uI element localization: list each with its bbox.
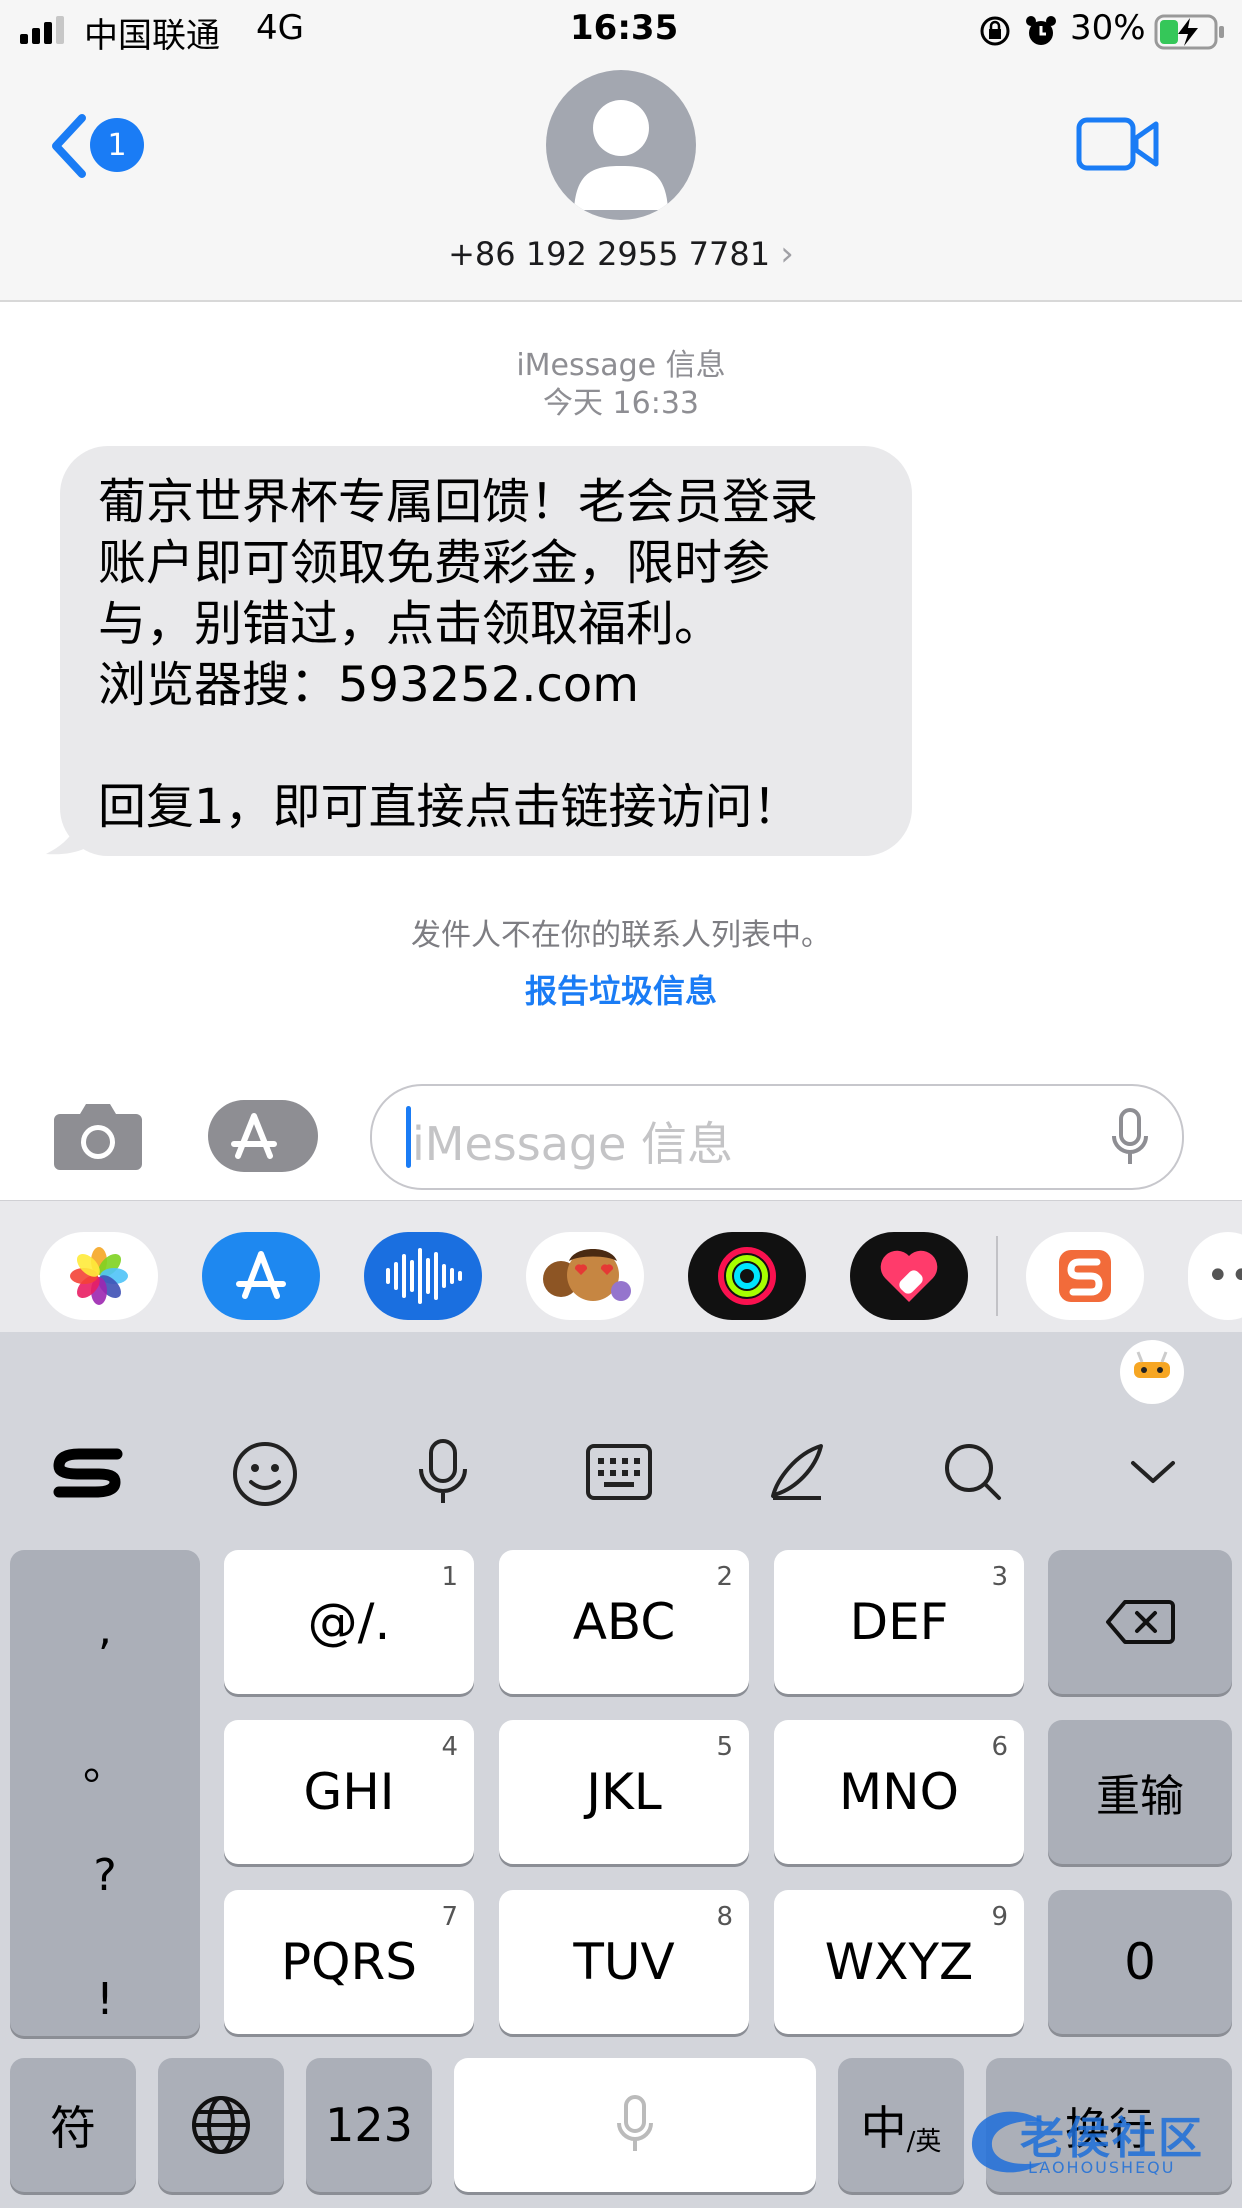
key-2[interactable]: ABC 2 [499,1550,749,1694]
photos-icon [70,1247,128,1305]
heart-icon [880,1250,938,1302]
watermark-subtext: LAOHOUSHEQU [1028,2158,1176,2177]
app-store-toggle[interactable] [208,1100,318,1172]
message-input[interactable]: iMessage 信息 [370,1084,1184,1190]
key-5[interactable]: JKL 5 [499,1720,749,1864]
memoji-icon [543,1249,631,1301]
handwriting-button[interactable] [752,1432,842,1512]
delete-key[interactable] [1048,1550,1232,1694]
sogou-menu-button[interactable] [44,1432,134,1512]
avatar[interactable] [546,70,696,220]
punct-period[interactable]: 。 [10,1728,200,1792]
activity-app[interactable] [688,1232,806,1320]
microphone-icon [419,1439,467,1503]
message-bubble[interactable]: 葡京世界杯专属回馈！老会员登录 账户即可领取免费彩金，限时参 与，别错过，点击领… [60,446,912,856]
message-line: 与，别错过，点击领取福利。 [98,596,723,652]
status-bar: 中国联通 4G 16:35 30% [0,0,1242,62]
digital-touch-app[interactable] [850,1232,968,1320]
contact-name: +86 192 2955 7781 [448,235,771,273]
voice-input-button[interactable] [398,1432,488,1512]
sender-notice: 发件人不在你的联系人列表中。 [411,918,831,953]
symbols-key[interactable]: 符 [10,2058,136,2192]
globe-key[interactable] [158,2058,284,2192]
person-icon [574,100,668,210]
sogou-s-icon [53,1448,123,1498]
camera-icon[interactable] [52,1100,144,1172]
message-line: 账户即可领取免费彩金，限时参 [98,535,771,591]
report-junk-link[interactable]: 报告垃圾信息 [0,966,1242,1012]
lang-sub-label: /英 [906,2126,942,2157]
network-label: 4G [256,8,304,48]
alarm-icon [1026,16,1056,45]
key-3[interactable]: DEF 3 [774,1550,1024,1694]
key-7[interactable]: PQRS 7 [224,1890,474,2034]
app-store-icon [231,1110,315,1162]
pen-icon [771,1444,823,1500]
space-key[interactable] [454,2058,816,2192]
message-line: 回复1，即可直接点击链接访问！ [98,779,801,835]
conversation-header: 1 +86 192 2955 7781 › [0,62,1242,302]
memoji-app[interactable] [526,1232,644,1320]
more-dots-icon: •• [1206,1253,1242,1299]
app-store-app[interactable] [202,1232,320,1320]
battery-icon [1154,14,1224,50]
collapse-keyboard-button[interactable] [1108,1432,1198,1512]
microphone-icon[interactable] [1110,1108,1150,1168]
contact-name-button[interactable]: +86 192 2955 7781 › [0,234,1242,274]
punct-question[interactable]: ? [10,1850,200,1901]
waveform-icon [386,1248,462,1304]
punct-exclaim[interactable]: ! [10,1974,200,2025]
punctuation-column[interactable]: , 。 ? ! [10,1550,200,2036]
keyboard-icon [586,1444,652,1500]
number-mode-key[interactable]: 123 [306,2058,432,2192]
message-line: 葡京世界杯专属回馈！老会员登录 [98,474,819,530]
message-timestamp: 今天 16:33 [543,386,699,421]
sogou-app[interactable] [1026,1232,1144,1320]
back-button[interactable]: 1 [40,106,150,186]
lang-main-label: 中 [860,2101,907,2155]
key-8[interactable]: TUV 8 [499,1890,749,2034]
watermark-text: 老侯社区 [1020,2113,1204,2164]
language-toggle-key[interactable]: 中/英 [838,2058,964,2192]
signal-icon [20,16,70,44]
retype-key[interactable]: 重输 [1048,1720,1232,1864]
search-icon [945,1444,1001,1500]
chevron-left-icon [52,114,86,178]
battery-percent: 30% [1070,8,1146,48]
carrier-label: 中国联通 [84,16,220,56]
smiley-icon [233,1442,297,1506]
zero-key[interactable]: 0 [1048,1890,1232,2034]
search-button[interactable] [928,1432,1018,1512]
chevron-down-icon [1131,1461,1175,1483]
input-placeholder: iMessage 信息 [412,1117,734,1171]
video-call-icon[interactable] [1076,114,1160,174]
message-line: 浏览器搜：593252.com [98,657,640,713]
sogou-logo-icon [1059,1250,1111,1302]
keyboard-switch-button[interactable] [574,1432,664,1512]
key-1[interactable]: @/. 1 [224,1550,474,1694]
audio-message-app[interactable] [364,1232,482,1320]
photos-app[interactable] [40,1232,158,1320]
punct-comma[interactable]: , [10,1604,200,1655]
backspace-icon [1106,1600,1175,1644]
chevron-right-icon: › [780,234,794,274]
clock: 16:35 [570,8,679,48]
sogou-mascot-icon[interactable] [1120,1340,1184,1404]
watermark: 老侯社区 LAOHOUSHEQU [964,2098,1234,2188]
orientation-lock-icon [980,16,1010,46]
key-9[interactable]: WXYZ 9 [774,1890,1024,2034]
globe-icon [192,2096,250,2154]
key-4[interactable]: GHI 4 [224,1720,474,1864]
emoji-button[interactable] [220,1432,310,1512]
strip-divider [996,1236,998,1316]
text-cursor [406,1106,411,1168]
app-store-icon [236,1251,286,1299]
unread-badge: 1 [90,118,144,172]
activity-rings-icon [718,1247,776,1305]
key-6[interactable]: MNO 6 [774,1720,1024,1864]
microphone-icon [617,2095,653,2151]
